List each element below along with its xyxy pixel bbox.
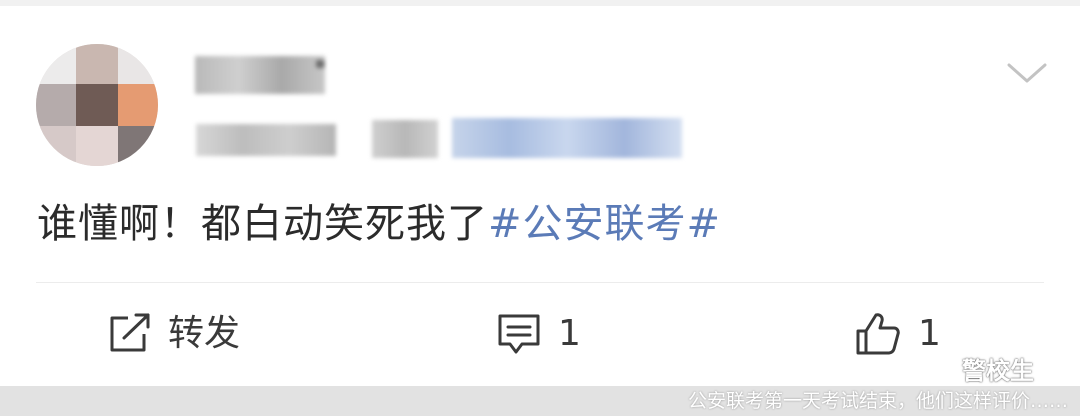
watermark-account: 警校生 bbox=[962, 356, 1034, 385]
username-blurred[interactable] bbox=[195, 56, 325, 94]
hashtag-link[interactable]: #公安联考# bbox=[488, 201, 721, 247]
top-separator bbox=[0, 0, 1080, 6]
avatar-pixel bbox=[76, 84, 118, 126]
avatar[interactable] bbox=[36, 44, 158, 166]
avatar-pixel bbox=[36, 44, 76, 84]
share-icon bbox=[106, 312, 152, 356]
post-link-blurred[interactable] bbox=[452, 118, 682, 158]
caption-text: 公安联考第一天考试结束，他们这样评价…… bbox=[687, 390, 1068, 412]
wechat-icon bbox=[916, 348, 956, 388]
post-source-blurred bbox=[372, 120, 438, 158]
avatar-pixel bbox=[118, 126, 158, 166]
comment-button[interactable]: 1 bbox=[496, 308, 581, 360]
repost-label: 转发 bbox=[168, 313, 241, 354]
post-text: 谁懂啊！都白动笑死我了#公安联考# bbox=[37, 196, 721, 252]
avatar-pixel bbox=[76, 44, 118, 84]
post-time-blurred bbox=[196, 124, 336, 156]
divider bbox=[36, 282, 1044, 283]
avatar-pixel bbox=[118, 44, 158, 84]
thumbs-up-icon bbox=[854, 311, 902, 357]
repost-button[interactable]: 转发 bbox=[106, 308, 240, 360]
watermark: 警校生 bbox=[916, 346, 1034, 390]
username-blurred-mark bbox=[316, 60, 324, 68]
post-body: 谁懂啊！都白动笑死我了 bbox=[37, 201, 488, 247]
avatar-pixel bbox=[76, 126, 118, 166]
comment-count: 1 bbox=[558, 313, 581, 354]
comment-icon bbox=[496, 312, 542, 356]
avatar-pixel bbox=[118, 84, 158, 126]
chevron-down-icon[interactable] bbox=[1004, 58, 1050, 88]
avatar-pixel bbox=[36, 126, 76, 166]
avatar-pixel bbox=[36, 84, 76, 126]
